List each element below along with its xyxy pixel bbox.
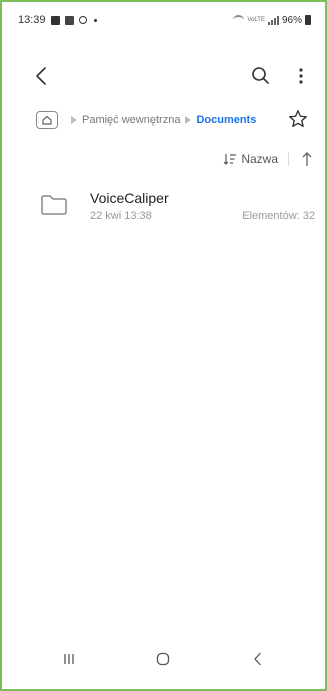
sim-icon	[64, 15, 74, 25]
status-time: 13:39	[18, 14, 46, 26]
breadcrumb-separator-icon	[185, 116, 192, 124]
status-bar: 13:39 VoLTE 96%	[2, 2, 325, 38]
favorite-button[interactable]	[287, 108, 309, 130]
nav-back-button[interactable]	[238, 639, 278, 679]
status-right: VoLTE 96%	[233, 15, 311, 26]
sort-label[interactable]: Nazwa	[241, 152, 278, 166]
file-item-count: Elementów: 32	[242, 210, 315, 222]
chevron-left-icon	[36, 67, 46, 85]
phone-screen: 13:39 VoLTE 96% Pamięć wewnętrzna Docume…	[0, 0, 327, 691]
arrow-up-icon	[302, 152, 312, 166]
breadcrumb-separator-icon	[71, 116, 77, 124]
network-label: VoLTE	[247, 17, 265, 23]
navigation-bar	[2, 629, 325, 689]
image-icon	[50, 15, 60, 25]
back-icon	[254, 652, 261, 666]
folder-icon	[41, 195, 67, 215]
sort-divider	[288, 152, 289, 166]
search-icon	[252, 67, 269, 84]
home-button[interactable]	[143, 639, 183, 679]
battery-icon	[305, 15, 311, 25]
home-folder-icon	[42, 115, 52, 125]
home-icon	[157, 652, 170, 666]
signal-icon	[267, 15, 279, 25]
toolbar	[2, 60, 325, 92]
more-vertical-icon	[299, 68, 303, 84]
more-options-button[interactable]	[291, 64, 311, 88]
sort-row: Nazwa	[223, 148, 315, 170]
file-date: 22 kwi 13:38	[90, 210, 152, 222]
status-left: 13:39	[18, 14, 97, 26]
star-outline-icon	[289, 110, 307, 128]
search-button[interactable]	[249, 64, 273, 88]
sort-icon	[223, 154, 237, 165]
wifi-icon	[233, 15, 245, 25]
battery-percent: 96%	[281, 14, 302, 26]
sort-direction-button[interactable]	[299, 150, 315, 168]
list-item[interactable]: VoiceCaliper 22 kwi 13:38 Elementów: 32	[2, 182, 325, 238]
at-icon	[78, 16, 87, 24]
dot-icon	[93, 18, 97, 22]
recents-button[interactable]	[49, 639, 89, 679]
recents-icon	[64, 654, 74, 664]
file-name: VoiceCaliper	[90, 190, 169, 206]
breadcrumb-internal-storage[interactable]: Pamięć wewnętrzna	[82, 114, 180, 126]
breadcrumb: Pamięć wewnętrzna Documents	[36, 108, 315, 132]
home-folder-button[interactable]	[36, 111, 58, 129]
back-button[interactable]	[30, 62, 54, 90]
breadcrumb-documents[interactable]: Documents	[196, 114, 256, 126]
